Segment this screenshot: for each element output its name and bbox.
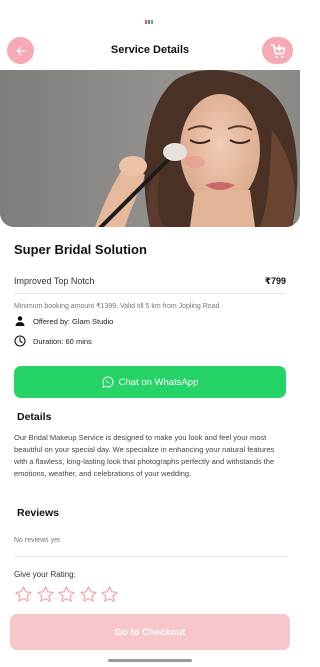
whatsapp-chat-button[interactable]: Chat on WhatsApp xyxy=(14,366,286,398)
checkout-button[interactable]: Go to Checkout xyxy=(10,614,290,650)
star-outline-icon[interactable] xyxy=(79,585,98,604)
star-outline-icon[interactable] xyxy=(57,585,76,604)
app-header: Service Details xyxy=(0,34,300,68)
service-title: Super Bridal Solution xyxy=(14,242,147,257)
checkout-button-label: Go to Checkout xyxy=(114,626,186,638)
duration-label: Duration: 60 mins xyxy=(33,336,92,346)
whatsapp-button-label: Chat on WhatsApp xyxy=(118,376,199,388)
reviews-heading: Reviews xyxy=(17,507,60,519)
cart-button[interactable] xyxy=(262,37,293,64)
min-booking-note: Minimum booking amount ₹1399. Valid till… xyxy=(14,303,222,310)
details-text: Our Bridal Makeup Service is designed to… xyxy=(14,433,275,478)
variant-price: ₹799 xyxy=(264,276,286,286)
variant-name: Improved Top Notch xyxy=(14,276,95,286)
provider-label: Offered by: Glam Studio xyxy=(33,316,114,326)
service-hero-image xyxy=(0,70,300,227)
divider xyxy=(14,293,286,294)
divider xyxy=(14,556,286,557)
whatsapp-icon xyxy=(101,376,114,388)
star-outline-icon[interactable] xyxy=(14,585,33,604)
cart-icon xyxy=(270,43,285,58)
person-icon xyxy=(15,316,25,326)
page-title: Service Details xyxy=(110,44,190,56)
rating-label: Give your Rating: xyxy=(14,570,76,579)
rating-stars xyxy=(14,585,122,604)
star-outline-icon[interactable] xyxy=(100,585,119,604)
clock-icon xyxy=(14,335,26,347)
provider-row: Offered by: Glam Studio xyxy=(14,315,113,327)
status-bar-indicator xyxy=(145,11,155,24)
home-indicator xyxy=(108,659,192,662)
duration-row: Duration: 60 mins xyxy=(14,335,92,347)
star-outline-icon[interactable] xyxy=(36,585,55,604)
details-heading: Details xyxy=(17,411,52,423)
no-reviews-text: No reviews yet xyxy=(14,537,60,544)
